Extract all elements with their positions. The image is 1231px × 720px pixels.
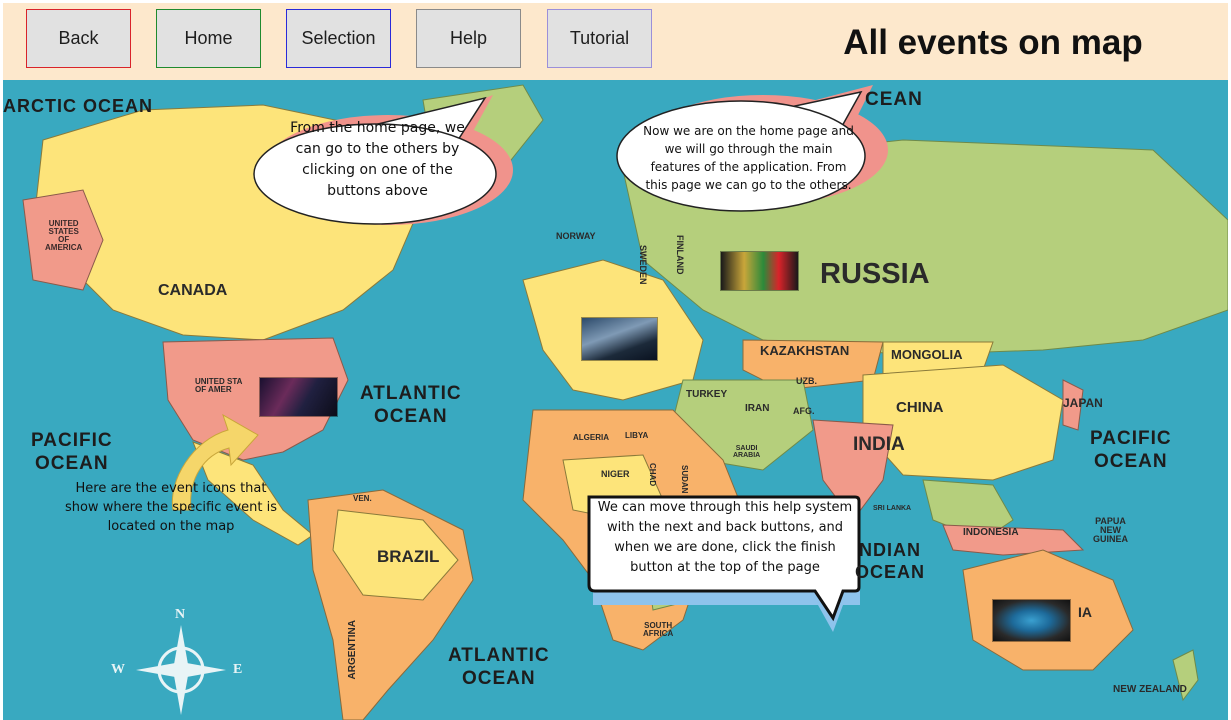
- help-button[interactable]: Help: [416, 9, 521, 68]
- event-icons-hint: Here are the event icons that show where…: [64, 481, 278, 534]
- label-atlantic-ocean-north: ATLANTIC OCEAN: [360, 383, 462, 427]
- world-map: UNITED STATES OF AMERICA CANADA NORWAY S…: [3, 80, 1228, 720]
- label-sweden: SWEDEN: [638, 245, 648, 285]
- label-saudi-arabia: SAUDI ARABIA: [733, 445, 761, 459]
- label-chad: CHAD: [648, 463, 657, 487]
- label-sudan: SUDAN: [680, 465, 689, 494]
- tutorial-button[interactable]: Tutorial: [547, 9, 652, 68]
- compass-east: E: [233, 662, 243, 677]
- label-finland: FINLAND: [675, 235, 685, 275]
- label-pacific-ocean-west: PACIFIC OCEAN: [31, 430, 113, 474]
- label-papua-new-guinea: PAPUA NEW GUINEA: [1093, 516, 1129, 544]
- label-mongolia: MONGOLIA: [891, 347, 963, 362]
- toolbar: Back Home Selection Help Tutorial All ev…: [3, 3, 1228, 80]
- label-india: INDIA: [853, 434, 905, 455]
- home-button[interactable]: Home: [156, 9, 261, 68]
- label-usa: UNITED STA OF AMER: [195, 377, 243, 394]
- label-turkey: TURKEY: [686, 389, 728, 400]
- label-japan: JAPAN: [1063, 396, 1103, 410]
- page-title: All events on map: [843, 23, 1143, 62]
- label-libya: LIBYA: [625, 431, 649, 440]
- label-niger: NIGER: [601, 469, 630, 479]
- label-canada: CANADA: [158, 282, 228, 299]
- label-uzbekistan: UZB.: [796, 376, 817, 386]
- label-south-africa: SOUTH AFRICA: [643, 621, 674, 638]
- label-argentina: ARGENTINA: [347, 620, 358, 680]
- label-russia: RUSSIA: [820, 258, 930, 290]
- selection-button[interactable]: Selection: [286, 9, 391, 68]
- bubble-home-page-text: From the home page, we can go to the oth…: [290, 120, 465, 199]
- compass-north: N: [175, 607, 186, 622]
- back-button[interactable]: Back: [26, 9, 131, 68]
- label-afghanistan: AFG.: [793, 406, 815, 416]
- label-new-zealand: NEW ZEALAND: [1113, 684, 1187, 695]
- stadium-event-icon[interactable]: [582, 318, 657, 360]
- label-algeria: ALGERIA: [573, 433, 609, 442]
- bubble-features-text: Now we are on the home page and we will …: [643, 124, 854, 192]
- label-usa-alaska: UNITED STATES OF AMERICA: [45, 219, 83, 252]
- compass-west: W: [111, 662, 125, 677]
- arena-event-icon[interactable]: [993, 600, 1070, 641]
- concert-event-icon[interactable]: [260, 378, 337, 416]
- label-sri-lanka: SRI LANKA: [873, 505, 912, 512]
- label-indonesia: INDONESIA: [963, 527, 1019, 538]
- bubble-navigation-text: We can move through this help system wit…: [597, 500, 853, 575]
- world-cup-event-icon[interactable]: [721, 252, 798, 290]
- label-arctic-ocean: ARCTIC OCEAN: [3, 96, 153, 116]
- label-venezuela: VEN.: [353, 494, 372, 503]
- label-brazil: BRAZIL: [377, 547, 440, 566]
- label-pacific-ocean-east: PACIFIC OCEAN: [1090, 428, 1172, 472]
- label-kazakhstan: KAZAKHSTAN: [760, 343, 850, 358]
- label-iran: IRAN: [745, 403, 770, 414]
- label-indian-ocean: NDIAN OCEAN: [855, 540, 926, 582]
- label-norway: NORWAY: [556, 231, 596, 241]
- label-atlantic-ocean-south: ATLANTIC OCEAN: [448, 645, 550, 689]
- label-arctic-ocean-east: CEAN: [865, 89, 923, 110]
- label-australia-partial: IA: [1078, 604, 1092, 620]
- label-china: CHINA: [896, 399, 944, 416]
